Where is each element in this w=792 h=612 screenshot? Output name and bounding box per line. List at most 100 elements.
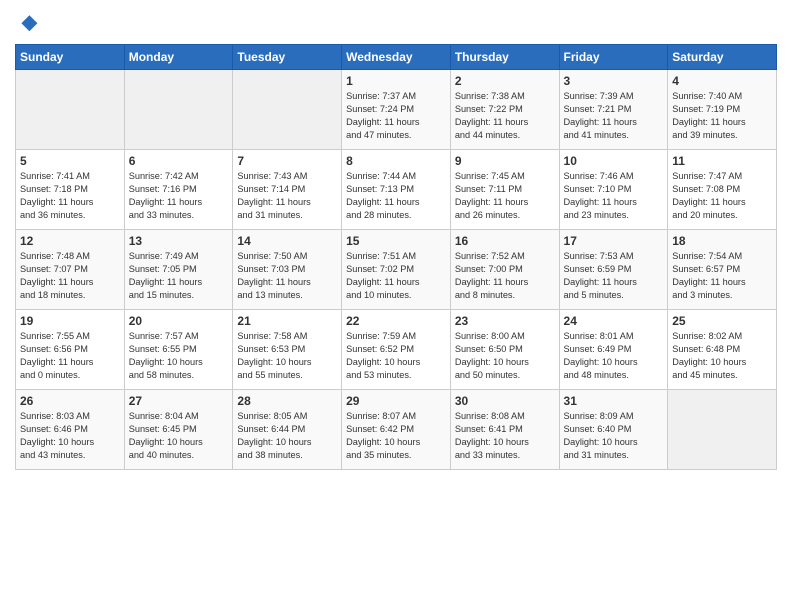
day-info: Sunrise: 7:47 AM Sunset: 7:08 PM Dayligh…: [672, 170, 772, 222]
day-info: Sunrise: 7:59 AM Sunset: 6:52 PM Dayligh…: [346, 330, 446, 382]
day-cell-7: 7 Sunrise: 7:43 AM Sunset: 7:14 PM Daylig…: [233, 150, 342, 230]
day-number: 5: [20, 154, 120, 168]
weekday-header-friday: Friday: [559, 45, 668, 70]
day-cell-24: 24 Sunrise: 8:01 AM Sunset: 6:49 PM Dayli…: [559, 310, 668, 390]
day-number: 9: [455, 154, 555, 168]
day-number: 1: [346, 74, 446, 88]
empty-cell: [16, 70, 125, 150]
day-cell-22: 22 Sunrise: 7:59 AM Sunset: 6:52 PM Dayli…: [342, 310, 451, 390]
day-number: 25: [672, 314, 772, 328]
empty-cell: [124, 70, 233, 150]
day-number: 23: [455, 314, 555, 328]
day-info: Sunrise: 7:43 AM Sunset: 7:14 PM Dayligh…: [237, 170, 337, 222]
day-number: 10: [564, 154, 664, 168]
day-info: Sunrise: 7:54 AM Sunset: 6:57 PM Dayligh…: [672, 250, 772, 302]
day-cell-29: 29 Sunrise: 8:07 AM Sunset: 6:42 PM Dayli…: [342, 390, 451, 470]
day-number: 31: [564, 394, 664, 408]
day-cell-6: 6 Sunrise: 7:42 AM Sunset: 7:16 PM Daylig…: [124, 150, 233, 230]
day-info: Sunrise: 7:51 AM Sunset: 7:02 PM Dayligh…: [346, 250, 446, 302]
day-info: Sunrise: 8:01 AM Sunset: 6:49 PM Dayligh…: [564, 330, 664, 382]
day-number: 26: [20, 394, 120, 408]
day-cell-26: 26Sunrise: 8:03 AM Sunset: 6:46 PM Dayli…: [16, 390, 125, 470]
logo: [15, 14, 39, 36]
day-cell-12: 12 Sunrise: 7:48 AM Sunset: 7:07 PM Dayli…: [16, 230, 125, 310]
calendar-table: SundayMondayTuesdayWednesdayThursdayFrid…: [15, 44, 777, 470]
weekday-header-monday: Monday: [124, 45, 233, 70]
day-cell-25: 25 Sunrise: 8:02 AM Sunset: 6:48 PM Dayli…: [668, 310, 777, 390]
day-info: Sunrise: 8:07 AM Sunset: 6:42 PM Dayligh…: [346, 410, 446, 462]
day-number: 22: [346, 314, 446, 328]
empty-cell: [668, 390, 777, 470]
day-info: Sunrise: 7:50 AM Sunset: 7:03 PM Dayligh…: [237, 250, 337, 302]
day-cell-4: 4Sunrise: 7:40 AM Sunset: 7:19 PM Daylig…: [668, 70, 777, 150]
day-info: Sunrise: 8:04 AM Sunset: 6:45 PM Dayligh…: [129, 410, 229, 462]
week-row-1: 5 Sunrise: 7:41 AM Sunset: 7:18 PM Daylig…: [16, 150, 777, 230]
day-info: Sunrise: 7:37 AM Sunset: 7:24 PM Dayligh…: [346, 90, 446, 142]
day-cell-20: 20Sunrise: 7:57 AM Sunset: 6:55 PM Dayli…: [124, 310, 233, 390]
day-number: 14: [237, 234, 337, 248]
day-number: 8: [346, 154, 446, 168]
day-number: 27: [129, 394, 229, 408]
day-number: 4: [672, 74, 772, 88]
day-number: 19: [20, 314, 120, 328]
day-cell-30: 30 Sunrise: 8:08 AM Sunset: 6:41 PM Dayli…: [450, 390, 559, 470]
day-info: Sunrise: 8:02 AM Sunset: 6:48 PM Dayligh…: [672, 330, 772, 382]
week-row-0: 1 Sunrise: 7:37 AM Sunset: 7:24 PM Daylig…: [16, 70, 777, 150]
day-cell-18: 18 Sunrise: 7:54 AM Sunset: 6:57 PM Dayli…: [668, 230, 777, 310]
day-cell-11: 11 Sunrise: 7:47 AM Sunset: 7:08 PM Dayli…: [668, 150, 777, 230]
day-number: 20: [129, 314, 229, 328]
empty-cell: [233, 70, 342, 150]
day-cell-14: 14 Sunrise: 7:50 AM Sunset: 7:03 PM Dayli…: [233, 230, 342, 310]
day-info: Sunrise: 7:42 AM Sunset: 7:16 PM Dayligh…: [129, 170, 229, 222]
day-number: 11: [672, 154, 772, 168]
weekday-header-tuesday: Tuesday: [233, 45, 342, 70]
day-info: Sunrise: 7:45 AM Sunset: 7:11 PM Dayligh…: [455, 170, 555, 222]
day-number: 17: [564, 234, 664, 248]
day-number: 28: [237, 394, 337, 408]
week-row-3: 19 Sunrise: 7:55 AM Sunset: 6:56 PM Dayli…: [16, 310, 777, 390]
header: [15, 10, 777, 36]
day-cell-3: 3Sunrise: 7:39 AM Sunset: 7:21 PM Daylig…: [559, 70, 668, 150]
day-info: Sunrise: 7:44 AM Sunset: 7:13 PM Dayligh…: [346, 170, 446, 222]
day-info: Sunrise: 8:08 AM Sunset: 6:41 PM Dayligh…: [455, 410, 555, 462]
day-info: Sunrise: 8:00 AM Sunset: 6:50 PM Dayligh…: [455, 330, 555, 382]
day-cell-23: 23 Sunrise: 8:00 AM Sunset: 6:50 PM Dayli…: [450, 310, 559, 390]
day-cell-19: 19 Sunrise: 7:55 AM Sunset: 6:56 PM Dayli…: [16, 310, 125, 390]
day-cell-31: 31 Sunrise: 8:09 AM Sunset: 6:40 PM Dayli…: [559, 390, 668, 470]
day-info: Sunrise: 7:53 AM Sunset: 6:59 PM Dayligh…: [564, 250, 664, 302]
day-info: Sunrise: 7:55 AM Sunset: 6:56 PM Dayligh…: [20, 330, 120, 382]
weekday-header-thursday: Thursday: [450, 45, 559, 70]
day-number: 13: [129, 234, 229, 248]
day-cell-28: 28 Sunrise: 8:05 AM Sunset: 6:44 PM Dayli…: [233, 390, 342, 470]
day-number: 6: [129, 154, 229, 168]
day-number: 12: [20, 234, 120, 248]
day-cell-9: 9 Sunrise: 7:45 AM Sunset: 7:11 PM Daylig…: [450, 150, 559, 230]
day-info: Sunrise: 7:41 AM Sunset: 7:18 PM Dayligh…: [20, 170, 120, 222]
day-cell-8: 8 Sunrise: 7:44 AM Sunset: 7:13 PM Daylig…: [342, 150, 451, 230]
day-number: 30: [455, 394, 555, 408]
day-cell-10: 10 Sunrise: 7:46 AM Sunset: 7:10 PM Dayli…: [559, 150, 668, 230]
day-number: 18: [672, 234, 772, 248]
day-info: Sunrise: 7:58 AM Sunset: 6:53 PM Dayligh…: [237, 330, 337, 382]
week-row-2: 12 Sunrise: 7:48 AM Sunset: 7:07 PM Dayli…: [16, 230, 777, 310]
day-cell-1: 1 Sunrise: 7:37 AM Sunset: 7:24 PM Daylig…: [342, 70, 451, 150]
day-number: 29: [346, 394, 446, 408]
day-cell-15: 15Sunrise: 7:51 AM Sunset: 7:02 PM Dayli…: [342, 230, 451, 310]
day-info: Sunrise: 7:52 AM Sunset: 7:00 PM Dayligh…: [455, 250, 555, 302]
page-container: SundayMondayTuesdayWednesdayThursdayFrid…: [0, 0, 792, 480]
day-cell-13: 13Sunrise: 7:49 AM Sunset: 7:05 PM Dayli…: [124, 230, 233, 310]
day-cell-16: 16Sunrise: 7:52 AM Sunset: 7:00 PM Dayli…: [450, 230, 559, 310]
day-info: Sunrise: 7:38 AM Sunset: 7:22 PM Dayligh…: [455, 90, 555, 142]
logo-icon: [15, 12, 39, 36]
weekday-header-row: SundayMondayTuesdayWednesdayThursdayFrid…: [16, 45, 777, 70]
day-info: Sunrise: 8:09 AM Sunset: 6:40 PM Dayligh…: [564, 410, 664, 462]
day-number: 24: [564, 314, 664, 328]
day-info: Sunrise: 7:48 AM Sunset: 7:07 PM Dayligh…: [20, 250, 120, 302]
day-number: 2: [455, 74, 555, 88]
day-number: 3: [564, 74, 664, 88]
day-info: Sunrise: 7:46 AM Sunset: 7:10 PM Dayligh…: [564, 170, 664, 222]
day-info: Sunrise: 8:05 AM Sunset: 6:44 PM Dayligh…: [237, 410, 337, 462]
day-cell-27: 27 Sunrise: 8:04 AM Sunset: 6:45 PM Dayli…: [124, 390, 233, 470]
day-number: 7: [237, 154, 337, 168]
weekday-header-sunday: Sunday: [16, 45, 125, 70]
